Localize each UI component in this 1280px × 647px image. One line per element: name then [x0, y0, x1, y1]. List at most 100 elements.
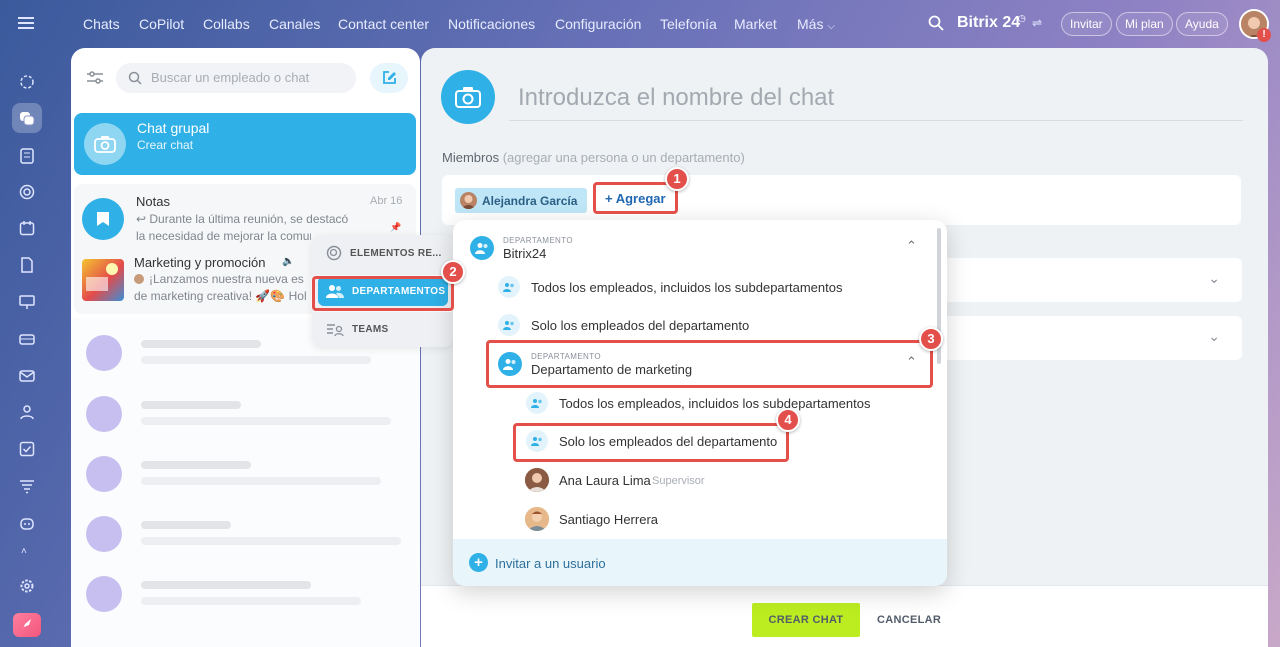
mute-icon: 🔈	[282, 256, 295, 267]
brand-logo[interactable]: Bitrix 24	[957, 14, 1020, 32]
submenu-recent[interactable]: ELEMENTOS RE...	[318, 238, 448, 268]
placeholder-line	[141, 417, 391, 425]
chat-name-input[interactable]: Introduzca el nombre del chat	[518, 84, 834, 112]
highlight-box-1	[593, 182, 678, 214]
notes-date: Abr 16	[370, 195, 403, 207]
user-avatar	[525, 468, 549, 492]
camera-icon	[455, 87, 481, 108]
chevron-up-icon[interactable]: ⌃	[906, 238, 917, 254]
chat-avatar	[86, 396, 122, 432]
submenu-teams[interactable]: TEAMS	[318, 314, 448, 344]
compose-icon	[383, 71, 396, 84]
cancel-button[interactable]: CANCELAR	[877, 603, 941, 637]
group-chat-item[interactable]: Chat grupal Crear chat	[74, 113, 416, 175]
copilot-icon[interactable]	[12, 67, 42, 97]
collapsed-section[interactable]: ⌄	[942, 316, 1242, 360]
step-badge-2: 2	[441, 260, 465, 284]
recent-icon	[326, 245, 342, 261]
user-option[interactable]: Santiago Herrera	[525, 507, 925, 531]
board-icon[interactable]	[12, 287, 42, 317]
highlight-box-4	[513, 423, 789, 462]
step-badge-1: 1	[665, 167, 689, 191]
chevron-down-icon: ⌵	[827, 21, 835, 32]
nav-chats[interactable]: Chats	[83, 16, 120, 32]
hamburger-menu-icon[interactable]	[18, 15, 36, 31]
option-all-with-subdepartments[interactable]: Todos los empleados, incluidos los subde…	[515, 392, 925, 414]
chat-icon[interactable]	[12, 103, 42, 133]
member-chip-name: Alejandra García	[482, 193, 578, 208]
nav-contact-center[interactable]: Contact center	[338, 16, 429, 32]
invite-user-bar[interactable]: + Invitar a un usuario	[453, 539, 947, 586]
users-icon[interactable]	[12, 397, 42, 427]
top-navigation-bar: Chats CoPilot Collabs Canales Contact ce…	[0, 0, 1280, 48]
placeholder-line	[141, 401, 241, 409]
nav-configuracion[interactable]: Configuración	[555, 16, 641, 32]
filter-icon[interactable]	[86, 70, 104, 86]
feed-icon[interactable]	[12, 141, 42, 171]
members-hint: (agregar una persona o un departamento)	[502, 150, 745, 165]
pin-icon: 📌	[390, 222, 402, 232]
member-chip[interactable]: Alejandra García	[455, 188, 588, 213]
sliders-icon[interactable]: ⇌	[1032, 16, 1042, 30]
user-name: Santiago Herrera	[559, 512, 658, 527]
nav-canales[interactable]: Canales	[269, 16, 320, 32]
step-badge-3: 3	[919, 327, 943, 351]
members-field[interactable]: Alejandra García + Agregar	[442, 175, 1241, 225]
group-chat-subtitle: Crear chat	[137, 138, 194, 152]
collapsed-section[interactable]: ⌄	[942, 258, 1242, 302]
user-option[interactable]: Ana Laura Lima Supervisor	[525, 468, 925, 492]
settings-icon[interactable]	[12, 571, 42, 601]
rocket-icon[interactable]	[13, 613, 41, 637]
department-icon	[470, 236, 494, 260]
chat-photo-button[interactable]	[441, 70, 495, 124]
placeholder-line	[141, 521, 231, 529]
mail-icon[interactable]	[12, 361, 42, 391]
help-button[interactable]: Ayuda	[1176, 12, 1228, 36]
nav-telefonia[interactable]: Telefonía	[660, 16, 717, 32]
funnel-icon[interactable]	[12, 471, 42, 501]
marketing-title[interactable]: Marketing y promoción	[134, 255, 266, 270]
chat-avatar	[86, 335, 122, 371]
nav-market[interactable]: Market	[734, 16, 777, 32]
chevron-down-icon: ⌄	[1208, 270, 1220, 286]
nav-mas[interactable]: Más ⌵	[797, 16, 835, 32]
notes-preview-line1: ↩ Durante la última reunión, se destacó	[136, 212, 349, 226]
notification-badge: !	[1257, 28, 1271, 42]
robot-icon[interactable]	[12, 508, 42, 538]
option-label: Todos los empleados, incluidos los subde…	[531, 280, 843, 295]
storage-icon[interactable]	[12, 324, 42, 354]
collapse-icon[interactable]: ˄	[21, 546, 27, 557]
tasks-icon[interactable]	[12, 434, 42, 464]
teams-icon	[326, 322, 344, 336]
plan-button[interactable]: Mi plan	[1116, 12, 1173, 36]
compose-button[interactable]	[370, 63, 408, 93]
nav-collabs[interactable]: Collabs	[203, 16, 250, 32]
invite-button[interactable]: Invitar	[1061, 12, 1112, 36]
target-icon[interactable]	[12, 177, 42, 207]
user-role: Supervisor	[652, 475, 705, 487]
create-chat-button[interactable]: CREAR CHAT	[752, 603, 860, 637]
step-badge-4: 4	[776, 408, 800, 432]
nav-copilot[interactable]: CoPilot	[139, 16, 184, 32]
option-all-with-subdepartments[interactable]: Todos los empleados, incluidos los subde…	[487, 276, 927, 298]
invite-user-link[interactable]: Invitar a un usuario	[495, 556, 606, 571]
document-icon[interactable]	[12, 250, 42, 280]
option-only-department[interactable]: Solo los empleados del departamento	[487, 314, 927, 336]
chat-avatar	[86, 516, 122, 552]
option-label: Todos los empleados, incluidos los subde…	[559, 396, 871, 411]
members-label: Miembros (agregar una persona o un depar…	[442, 150, 745, 165]
placeholder-line	[141, 537, 401, 545]
member-avatar	[460, 192, 477, 209]
placeholder-line	[141, 597, 361, 605]
marketing-preview-line1: ¡Lanzamos nuestra nueva es	[149, 272, 304, 286]
user-avatar	[525, 507, 549, 531]
nav-notificaciones[interactable]: Notificaciones	[448, 16, 535, 32]
group-chat-title: Chat grupal	[137, 120, 210, 136]
calendar-icon[interactable]	[12, 213, 42, 243]
plus-icon: +	[469, 553, 488, 572]
search-icon[interactable]	[928, 15, 944, 31]
notes-title[interactable]: Notas	[136, 194, 170, 209]
highlight-box-2	[312, 276, 454, 311]
marketing-preview-line2: de marketing creativa! 🚀🎨 Hol	[134, 289, 307, 303]
search-input[interactable]: Buscar un empleado o chat	[116, 63, 356, 93]
